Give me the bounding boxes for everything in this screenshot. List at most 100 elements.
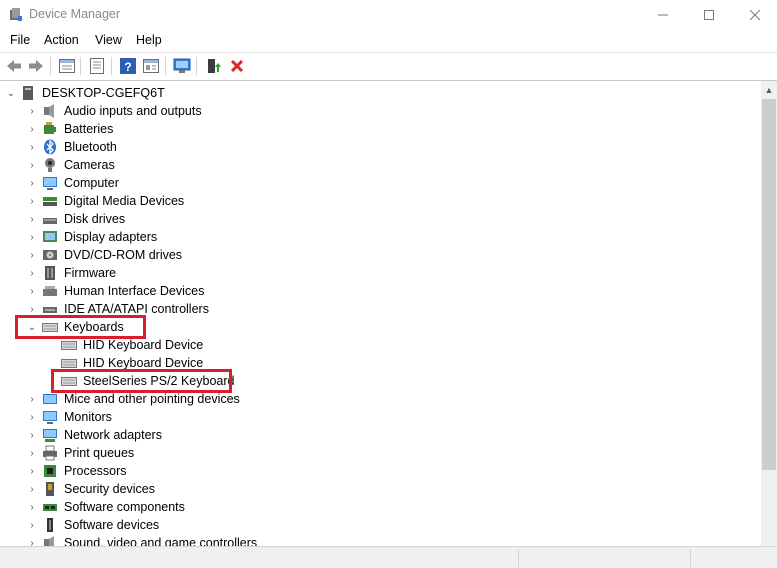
- expand-chevron-icon[interactable]: ›: [27, 390, 37, 408]
- update-driver-button[interactable]: [204, 56, 224, 76]
- tree-category[interactable]: › Monitors: [27, 408, 112, 426]
- close-button[interactable]: [732, 0, 777, 30]
- tree-category[interactable]: › Software components: [27, 498, 185, 516]
- expand-chevron-icon[interactable]: ›: [27, 138, 37, 156]
- tree-category-label: DVD/CD-ROM drives: [64, 248, 183, 262]
- expand-chevron-icon[interactable]: ›: [27, 444, 37, 462]
- action-view-button[interactable]: [141, 56, 161, 76]
- expand-chevron-icon[interactable]: ›: [27, 408, 37, 426]
- expand-chevron-icon[interactable]: ›: [27, 534, 37, 547]
- back-arrow-icon: [7, 60, 21, 72]
- media-device-icon: [43, 197, 57, 206]
- expand-chevron-icon[interactable]: ›: [27, 192, 37, 210]
- scrollbar-thumb[interactable]: [762, 99, 776, 470]
- tree-category[interactable]: › Software devices: [27, 516, 159, 534]
- expand-chevron-icon[interactable]: ›: [27, 174, 37, 192]
- tree-category[interactable]: › Security devices: [27, 480, 155, 498]
- toolbar-separator: [111, 57, 112, 75]
- tree-root[interactable]: ⌄ DESKTOP-CGEFQ6T: [6, 84, 165, 102]
- scan-hardware-button[interactable]: [172, 56, 192, 76]
- tree-category[interactable]: › Sound, video and game controllers: [27, 534, 257, 546]
- tree-category[interactable]: › Batteries: [27, 120, 113, 138]
- software-component-icon: [43, 504, 57, 511]
- status-segment: [518, 549, 690, 567]
- menu-view[interactable]: View: [95, 33, 122, 47]
- monitor-icon: [43, 411, 57, 424]
- highlight-box-steelseries: [51, 369, 232, 393]
- properties-button[interactable]: [87, 56, 107, 76]
- tree-device-label: HID Keyboard Device: [83, 338, 204, 352]
- back-button[interactable]: [4, 56, 24, 76]
- device-manager-icon: [10, 8, 22, 21]
- expand-chevron-icon[interactable]: ›: [27, 246, 37, 264]
- uninstall-device-icon: [230, 59, 244, 73]
- mouse-icon: [43, 394, 57, 404]
- tree-category[interactable]: › Bluetooth: [27, 138, 117, 156]
- status-bar: [0, 546, 777, 568]
- toolbar-separator: [196, 57, 197, 75]
- uninstall-device-button[interactable]: [227, 56, 247, 76]
- menu-file[interactable]: File: [10, 33, 30, 47]
- tree-device-label: HID Keyboard Device: [83, 356, 204, 370]
- toolbar: ?: [0, 52, 777, 79]
- tree-category[interactable]: › Disk drives: [27, 210, 125, 228]
- properties-sheet-icon: [90, 58, 104, 74]
- processor-icon: [44, 465, 56, 477]
- expand-chevron-icon[interactable]: ›: [27, 120, 37, 138]
- menu-action[interactable]: Action: [44, 33, 79, 47]
- tree-category-label: IDE ATA/ATAPI controllers: [64, 302, 209, 316]
- expand-chevron-icon[interactable]: ›: [27, 282, 37, 300]
- help-button[interactable]: ?: [118, 56, 138, 76]
- tree-category[interactable]: › Print queues: [27, 444, 134, 462]
- expand-chevron-icon[interactable]: ›: [27, 462, 37, 480]
- tree-category[interactable]: › Computer: [27, 174, 119, 192]
- expand-chevron-icon[interactable]: ›: [27, 210, 37, 228]
- maximize-button[interactable]: [686, 0, 732, 30]
- tree-category[interactable]: › Network adapters: [27, 426, 162, 444]
- tree-category[interactable]: › Display adapters: [27, 228, 157, 246]
- tree-category-label: Software devices: [64, 518, 160, 532]
- forward-button[interactable]: [26, 56, 46, 76]
- tree-category[interactable]: › Audio inputs and outputs: [27, 102, 202, 120]
- tree-category-label: Print queues: [64, 446, 135, 460]
- collapse-chevron-icon[interactable]: ⌄: [6, 84, 16, 102]
- maximize-icon: [704, 10, 714, 20]
- minimize-button[interactable]: [640, 0, 686, 30]
- tree-category-label: Security devices: [64, 482, 156, 496]
- window-title: Device Manager: [29, 7, 121, 21]
- tree-category[interactable]: › Human Interface Devices: [27, 282, 204, 300]
- tree-category-label: Sound, video and game controllers: [64, 536, 258, 546]
- bluetooth-icon: [44, 139, 56, 155]
- tree-category-label: Network adapters: [64, 428, 162, 442]
- expand-chevron-icon[interactable]: ›: [27, 498, 37, 516]
- expand-chevron-icon[interactable]: ›: [27, 102, 37, 120]
- tree-category-label: Bluetooth: [64, 140, 117, 154]
- expand-chevron-icon[interactable]: ›: [27, 426, 37, 444]
- expand-chevron-icon[interactable]: ›: [27, 264, 37, 282]
- menu-help[interactable]: Help: [136, 33, 162, 47]
- expand-chevron-icon[interactable]: ›: [27, 156, 37, 174]
- tree-category-label: Mice and other pointing devices: [64, 392, 240, 406]
- dvd-drive-icon: [43, 250, 57, 260]
- expand-chevron-icon[interactable]: ›: [27, 228, 37, 246]
- svg-text:?: ?: [124, 60, 131, 74]
- properties-list-icon: [59, 59, 75, 73]
- tree-root-label: DESKTOP-CGEFQ6T: [42, 86, 165, 100]
- tree-category[interactable]: › Firmware: [27, 264, 116, 282]
- close-icon: [750, 10, 760, 20]
- tree-category[interactable]: › Cameras: [27, 156, 115, 174]
- device-tree[interactable]: ▲ ⌄ DESKTOP-CGEFQ6T › Audio inputs and ou…: [0, 80, 777, 546]
- hid-icon: [43, 286, 57, 296]
- tree-category[interactable]: › DVD/CD-ROM drives: [27, 246, 182, 264]
- tree-category[interactable]: › Digital Media Devices: [27, 192, 184, 210]
- audio-icon: [44, 104, 54, 118]
- scroll-up-arrow-icon[interactable]: ▲: [761, 81, 777, 98]
- show-hide-tree-button[interactable]: [57, 56, 77, 76]
- expand-chevron-icon[interactable]: ›: [27, 516, 37, 534]
- vertical-scrollbar[interactable]: ▲: [761, 81, 777, 546]
- keyboard-icon: [61, 341, 77, 350]
- title-bar: Device Manager: [0, 0, 777, 30]
- status-segment: [690, 549, 777, 567]
- expand-chevron-icon[interactable]: ›: [27, 480, 37, 498]
- tree-category[interactable]: › Processors: [27, 462, 126, 480]
